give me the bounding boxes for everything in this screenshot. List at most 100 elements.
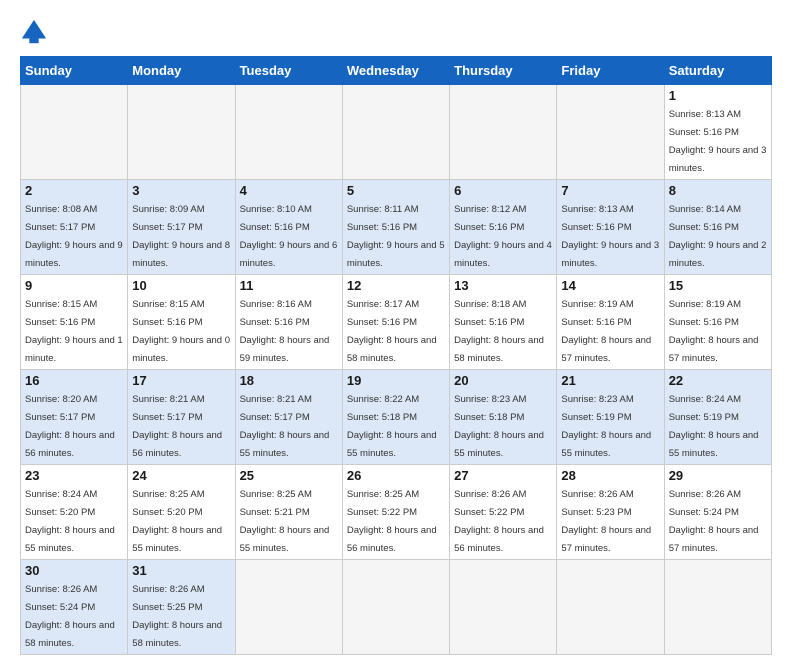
calendar-day: 20 Sunrise: 8:23 AMSunset: 5:18 PMDayligh… (450, 370, 557, 465)
day-number: 24 (132, 468, 230, 483)
empty-cell (557, 560, 664, 655)
calendar-week: 9Sunrise: 8:15 AMSunset: 5:16 PMDaylight… (21, 275, 772, 370)
empty-cell (128, 85, 235, 180)
day-info: Sunrise: 8:17 AMSunset: 5:16 PMDaylight:… (347, 299, 437, 364)
calendar-day: 14Sunrise: 8:19 AMSunset: 5:16 PMDayligh… (557, 275, 664, 370)
day-info: Sunrise: 8:11 AMSunset: 5:16 PMDaylight:… (347, 204, 445, 269)
calendar-day: 13 Sunrise: 8:18 AMSunset: 5:16 PMDayligh… (450, 275, 557, 370)
day-number: 22 (669, 373, 767, 388)
day-number: 3 (132, 183, 230, 198)
empty-cell (342, 560, 449, 655)
day-number: 5 (347, 183, 445, 198)
day-info: Sunrise: 8:26 AMSunset: 5:22 PMDaylight:… (454, 489, 544, 554)
day-info: Sunrise: 8:26 AMSunset: 5:23 PMDaylight:… (561, 489, 651, 554)
calendar-week: 1 Sunrise: 8:13 AMSunset: 5:16 PMDaylight… (21, 85, 772, 180)
empty-cell (664, 560, 771, 655)
weekday-header: Friday (557, 57, 664, 85)
day-number: 29 (669, 468, 767, 483)
day-info: Sunrise: 8:08 AMSunset: 5:17 PMDaylight:… (25, 204, 123, 269)
calendar-day: 29 Sunrise: 8:26 AMSunset: 5:24 PMDayligh… (664, 465, 771, 560)
calendar-day: 11Sunrise: 8:16 AMSunset: 5:16 PMDayligh… (235, 275, 342, 370)
day-number: 6 (454, 183, 552, 198)
calendar-day: 22 Sunrise: 8:24 AMSunset: 5:19 PMDayligh… (664, 370, 771, 465)
calendar-day: 19 Sunrise: 8:22 AMSunset: 5:18 PMDayligh… (342, 370, 449, 465)
calendar-day: 15Sunrise: 8:19 AMSunset: 5:16 PMDayligh… (664, 275, 771, 370)
calendar-day: 17 Sunrise: 8:21 AMSunset: 5:17 PMDayligh… (128, 370, 235, 465)
calendar-day: 21 Sunrise: 8:23 AMSunset: 5:19 PMDayligh… (557, 370, 664, 465)
day-number: 13 (454, 278, 552, 293)
day-number: 10 (132, 278, 230, 293)
calendar-day: 12Sunrise: 8:17 AMSunset: 5:16 PMDayligh… (342, 275, 449, 370)
day-number: 18 (240, 373, 338, 388)
calendar-day: 26 Sunrise: 8:25 AMSunset: 5:22 PMDayligh… (342, 465, 449, 560)
day-info: Sunrise: 8:15 AMSunset: 5:16 PMDaylight:… (25, 299, 123, 364)
calendar-week: 16 Sunrise: 8:20 AMSunset: 5:17 PMDayligh… (21, 370, 772, 465)
day-number: 23 (25, 468, 123, 483)
empty-cell (235, 85, 342, 180)
day-info: Sunrise: 8:23 AMSunset: 5:19 PMDaylight:… (561, 394, 651, 459)
calendar-day: 23 Sunrise: 8:24 AMSunset: 5:20 PMDayligh… (21, 465, 128, 560)
day-info: Sunrise: 8:23 AMSunset: 5:18 PMDaylight:… (454, 394, 544, 459)
day-number: 8 (669, 183, 767, 198)
calendar-day: 18 Sunrise: 8:21 AMSunset: 5:17 PMDayligh… (235, 370, 342, 465)
day-number: 21 (561, 373, 659, 388)
day-number: 26 (347, 468, 445, 483)
calendar-day: 28 Sunrise: 8:26 AMSunset: 5:23 PMDayligh… (557, 465, 664, 560)
day-number: 2 (25, 183, 123, 198)
day-number: 30 (25, 563, 123, 578)
day-info: Sunrise: 8:21 AMSunset: 5:17 PMDaylight:… (132, 394, 222, 459)
calendar-day: 3 Sunrise: 8:09 AMSunset: 5:17 PMDaylight… (128, 180, 235, 275)
day-info: Sunrise: 8:25 AMSunset: 5:22 PMDaylight:… (347, 489, 437, 554)
day-info: Sunrise: 8:24 AMSunset: 5:19 PMDaylight:… (669, 394, 759, 459)
day-number: 16 (25, 373, 123, 388)
day-number: 20 (454, 373, 552, 388)
weekday-header: Saturday (664, 57, 771, 85)
day-number: 25 (240, 468, 338, 483)
day-info: Sunrise: 8:13 AMSunset: 5:16 PMDaylight:… (669, 109, 767, 174)
weekday-header: Sunday (21, 57, 128, 85)
calendar-day: 7 Sunrise: 8:13 AMSunset: 5:16 PMDaylight… (557, 180, 664, 275)
empty-cell (21, 85, 128, 180)
calendar-day: 1 Sunrise: 8:13 AMSunset: 5:16 PMDaylight… (664, 85, 771, 180)
day-number: 4 (240, 183, 338, 198)
day-info: Sunrise: 8:26 AMSunset: 5:25 PMDaylight:… (132, 584, 222, 649)
day-info: Sunrise: 8:18 AMSunset: 5:16 PMDaylight:… (454, 299, 544, 364)
day-info: Sunrise: 8:25 AMSunset: 5:21 PMDaylight:… (240, 489, 330, 554)
empty-cell (450, 85, 557, 180)
day-info: Sunrise: 8:24 AMSunset: 5:20 PMDaylight:… (25, 489, 115, 554)
day-number: 17 (132, 373, 230, 388)
day-info: Sunrise: 8:10 AMSunset: 5:16 PMDaylight:… (240, 204, 338, 269)
logo-icon (20, 18, 48, 46)
empty-cell (557, 85, 664, 180)
calendar-day: 25 Sunrise: 8:25 AMSunset: 5:21 PMDayligh… (235, 465, 342, 560)
day-info: Sunrise: 8:21 AMSunset: 5:17 PMDaylight:… (240, 394, 330, 459)
weekday-header: Tuesday (235, 57, 342, 85)
day-info: Sunrise: 8:09 AMSunset: 5:17 PMDaylight:… (132, 204, 230, 269)
calendar-day: 6Sunrise: 8:12 AMSunset: 5:16 PMDaylight… (450, 180, 557, 275)
calendar-day: 27 Sunrise: 8:26 AMSunset: 5:22 PMDayligh… (450, 465, 557, 560)
calendar-day: 24 Sunrise: 8:25 AMSunset: 5:20 PMDayligh… (128, 465, 235, 560)
calendar-day: 8Sunrise: 8:14 AMSunset: 5:16 PMDaylight… (664, 180, 771, 275)
day-number: 19 (347, 373, 445, 388)
day-number: 15 (669, 278, 767, 293)
day-info: Sunrise: 8:22 AMSunset: 5:18 PMDaylight:… (347, 394, 437, 459)
calendar-day: 31Sunrise: 8:26 AMSunset: 5:25 PMDayligh… (128, 560, 235, 655)
logo (20, 18, 50, 46)
day-number: 7 (561, 183, 659, 198)
calendar-table: SundayMondayTuesdayWednesdayThursdayFrid… (20, 56, 772, 655)
calendar-day: 16 Sunrise: 8:20 AMSunset: 5:17 PMDayligh… (21, 370, 128, 465)
day-info: Sunrise: 8:20 AMSunset: 5:17 PMDaylight:… (25, 394, 115, 459)
day-number: 27 (454, 468, 552, 483)
weekday-header: Monday (128, 57, 235, 85)
calendar-day: 9Sunrise: 8:15 AMSunset: 5:16 PMDaylight… (21, 275, 128, 370)
calendar-day: 4 Sunrise: 8:10 AMSunset: 5:16 PMDaylight… (235, 180, 342, 275)
empty-cell (235, 560, 342, 655)
day-number: 1 (669, 88, 767, 103)
day-info: Sunrise: 8:26 AMSunset: 5:24 PMDaylight:… (669, 489, 759, 554)
day-info: Sunrise: 8:13 AMSunset: 5:16 PMDaylight:… (561, 204, 659, 269)
day-info: Sunrise: 8:25 AMSunset: 5:20 PMDaylight:… (132, 489, 222, 554)
day-number: 28 (561, 468, 659, 483)
weekday-header: Thursday (450, 57, 557, 85)
day-number: 14 (561, 278, 659, 293)
calendar-week: 2 Sunrise: 8:08 AMSunset: 5:17 PMDaylight… (21, 180, 772, 275)
